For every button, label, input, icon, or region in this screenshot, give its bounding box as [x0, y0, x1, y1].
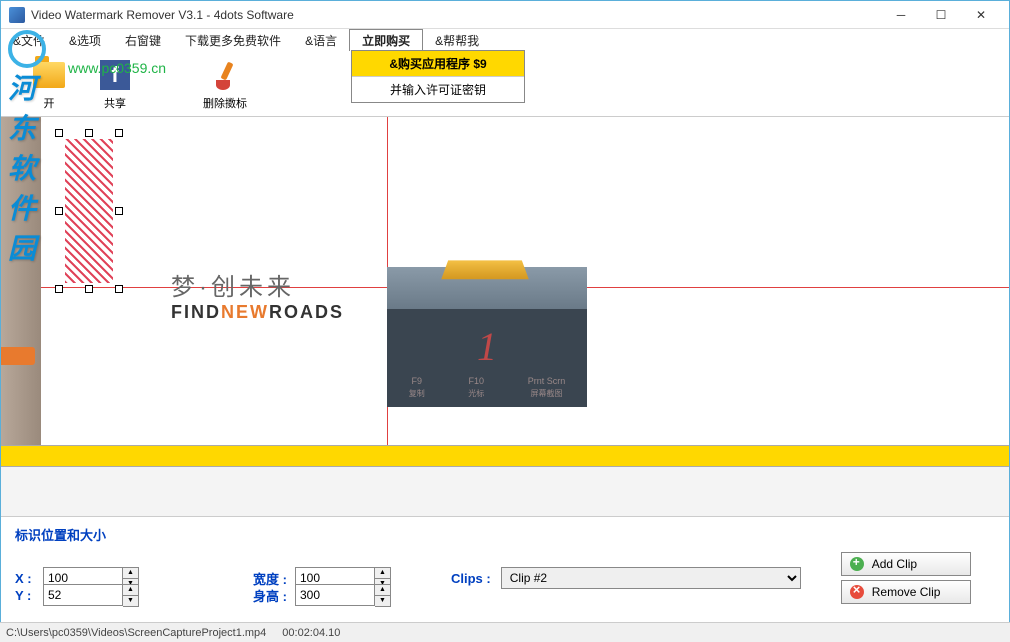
window-title: Video Watermark Remover V3.1 - 4dots Sof…	[31, 8, 881, 22]
panel-title: 标识位置和大小	[15, 525, 995, 544]
brush-icon	[210, 60, 240, 90]
delete-icon	[850, 585, 864, 599]
app-icon	[9, 7, 25, 23]
menu-buy[interactable]: 立即购买	[349, 29, 423, 51]
handle-tl[interactable]	[55, 129, 63, 137]
handle-bm[interactable]	[85, 285, 93, 293]
handle-tm[interactable]	[85, 129, 93, 137]
plus-icon	[850, 557, 864, 571]
share-label: 共享	[104, 95, 126, 111]
add-clip-label: Add Clip	[872, 557, 917, 571]
x-up[interactable]: ▲	[123, 568, 138, 579]
menu-help[interactable]: &帮帮我	[423, 29, 491, 51]
menu-download[interactable]: 下载更多免费软件	[173, 29, 293, 51]
handle-bl[interactable]	[55, 285, 63, 293]
remove-clip-label: Remove Clip	[872, 585, 941, 599]
menu-rightkey[interactable]: 右窗键	[113, 29, 173, 51]
y-input[interactable]	[43, 584, 123, 606]
menubar: &文件 &选项 右窗键 下载更多免费软件 &语言 立即购买 &帮帮我 &购买应用…	[1, 29, 1009, 51]
statusbar: C:\Users\pc0359\Videos\ScreenCaptureProj…	[0, 622, 1010, 642]
handle-ml[interactable]	[55, 207, 63, 215]
video-device: 1 F9复制 F10光标 Prnt Scrn屏幕截图	[387, 267, 587, 407]
buy-dropdown: &购买应用程序 $9 并输入许可证密钥	[351, 50, 525, 103]
slogan-cn: 梦·创未来	[171, 267, 344, 302]
remove-clip-button[interactable]: Remove Clip	[841, 580, 971, 604]
handle-br[interactable]	[115, 285, 123, 293]
folder-icon	[33, 62, 65, 88]
titlebar: Video Watermark Remover V3.1 - 4dots Sof…	[1, 1, 1009, 29]
properties-panel: 标识位置和大小 X : ▲▼ 宽度 : ▲▼ Clips : Clip #2	[1, 517, 1009, 621]
y-spinner[interactable]: ▲▼	[43, 584, 139, 607]
dropdown-enter-key[interactable]: 并输入许可证密钥	[352, 77, 524, 102]
minimize-button[interactable]: ─	[881, 3, 921, 27]
height-label: 身高 :	[239, 586, 287, 605]
h-up[interactable]: ▲	[375, 585, 390, 596]
menu-options[interactable]: &选项	[57, 29, 113, 51]
left-strip	[1, 117, 41, 445]
clips-select[interactable]: Clip #2	[501, 567, 801, 589]
h-down[interactable]: ▼	[375, 596, 390, 606]
y-label: Y :	[15, 588, 35, 603]
w-up[interactable]: ▲	[375, 568, 390, 579]
height-input[interactable]	[295, 584, 375, 606]
remove-watermark-button[interactable]: 删除擞标	[203, 57, 247, 111]
height-spinner[interactable]: ▲▼	[295, 584, 391, 607]
y-down[interactable]: ▼	[123, 596, 138, 606]
y-up[interactable]: ▲	[123, 585, 138, 596]
add-clip-button[interactable]: Add Clip	[841, 552, 971, 576]
menu-file[interactable]: &文件	[1, 29, 57, 51]
status-time: 00:02:04.10	[282, 627, 340, 639]
timeline-bar[interactable]	[1, 445, 1009, 467]
facebook-icon: f	[100, 60, 130, 90]
strip-tab[interactable]	[1, 347, 35, 365]
status-path: C:\Users\pc0359\Videos\ScreenCaptureProj…	[6, 627, 266, 639]
selection-fill	[65, 139, 113, 283]
handle-tr[interactable]	[115, 129, 123, 137]
spacer-panel	[1, 467, 1009, 517]
open-button[interactable]: 开	[31, 57, 67, 111]
video-canvas[interactable]: 梦·创未来 FINDNEWROADS 1 F9复制 F10光标 Prnt Scr…	[41, 117, 1009, 445]
open-label: 开	[44, 95, 55, 111]
close-button[interactable]: ✕	[961, 3, 1001, 27]
maximize-button[interactable]: ☐	[921, 3, 961, 27]
handle-mr[interactable]	[115, 207, 123, 215]
clips-label: Clips :	[451, 571, 491, 586]
video-slogan: 梦·创未来 FINDNEWROADS	[171, 267, 344, 323]
canvas-area[interactable]: 梦·创未来 FINDNEWROADS 1 F9复制 F10光标 Prnt Scr…	[1, 117, 1009, 445]
menu-language[interactable]: &语言	[293, 29, 349, 51]
device-number: 1	[477, 323, 497, 370]
share-button[interactable]: f 共享	[97, 57, 133, 111]
remove-wm-label: 删除擞标	[203, 95, 247, 111]
selection-box[interactable]	[59, 133, 119, 289]
dropdown-buy-app[interactable]: &购买应用程序 $9	[352, 51, 524, 77]
